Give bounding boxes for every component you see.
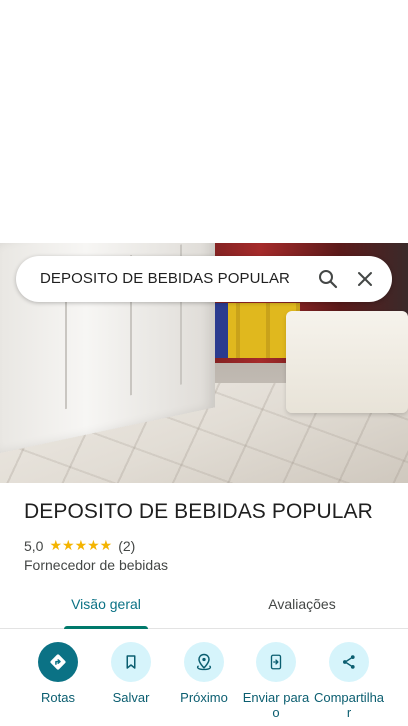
bookmark-icon <box>111 642 151 682</box>
place-tabs: Visão geral Avaliações <box>0 588 408 629</box>
directions-label: Rotas <box>41 690 75 705</box>
rating-value: 5,0 <box>24 537 44 554</box>
share-icon <box>329 642 369 682</box>
photo-freezer <box>286 311 408 413</box>
send-to-phone-button[interactable]: Enviar para o <box>240 640 312 720</box>
directions-icon <box>38 642 78 682</box>
send-to-phone-label: Enviar para o <box>242 690 310 720</box>
tab-overview[interactable]: Visão geral <box>60 588 152 629</box>
close-icon[interactable] <box>353 267 377 291</box>
tab-active-indicator <box>64 626 148 629</box>
send-to-phone-icon <box>256 642 296 682</box>
nearby-icon <box>184 642 224 682</box>
nearby-label: Próximo <box>180 690 228 705</box>
tab-overview-label: Visão geral <box>71 596 141 612</box>
rating-row[interactable]: 5,0 ★★★★★ (2) <box>24 537 135 554</box>
map-blank-area <box>0 0 408 243</box>
star-rating-icon: ★★★★★ <box>49 537 113 553</box>
share-button[interactable]: Compartilhar <box>313 640 385 720</box>
search-input[interactable]: DEPOSITO DE BEBIDAS POPULAR <box>40 256 290 302</box>
place-category[interactable]: Fornecedor de bebidas <box>24 557 168 573</box>
action-bar: Rotas Salvar Próximo Enviar para o Compa… <box>0 640 408 726</box>
save-label: Salvar <box>112 690 150 705</box>
tab-reviews-label: Avaliações <box>268 596 336 612</box>
place-title: DEPOSITO DE BEBIDAS POPULAR <box>24 500 373 523</box>
save-button[interactable]: Salvar <box>95 640 167 705</box>
review-count[interactable]: (2) <box>118 538 135 554</box>
search-bar[interactable]: DEPOSITO DE BEBIDAS POPULAR <box>16 256 392 302</box>
tab-reviews[interactable]: Avaliações <box>252 588 352 628</box>
search-icon[interactable] <box>316 267 340 291</box>
directions-button[interactable]: Rotas <box>22 640 94 705</box>
share-label: Compartilhar <box>313 690 385 720</box>
nearby-button[interactable]: Próximo <box>168 640 240 705</box>
